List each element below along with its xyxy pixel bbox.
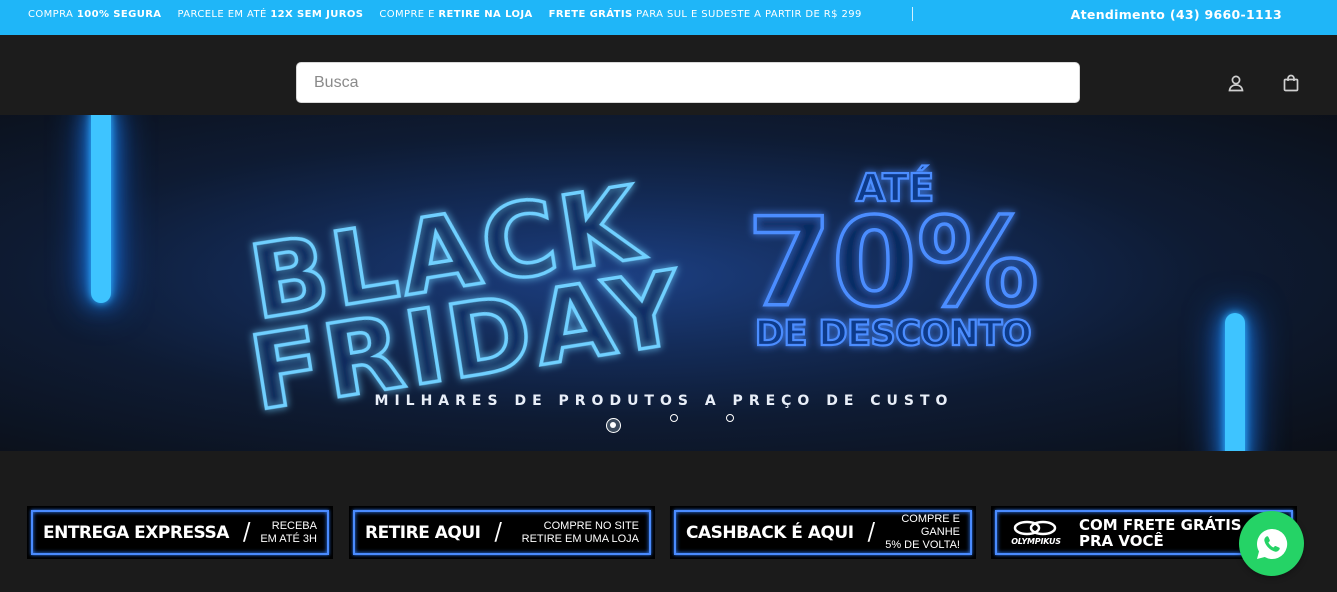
cashback-banner[interactable]: CASHBACK É AQUI / COMPRE E GANHE 5% DE VO… — [670, 506, 976, 559]
shopping-bag-icon[interactable] — [1281, 73, 1301, 93]
carousel-dot[interactable] — [726, 414, 734, 422]
slash-divider: / — [242, 518, 251, 547]
hero-tagline: MILHARES DE PRODUTOS A PREÇO DE CUSTO — [375, 393, 954, 409]
divider — [912, 7, 913, 21]
support-phone[interactable]: Atendimento (43) 9660-1113 — [1071, 0, 1282, 28]
banner-title: RETIRE AQUI — [365, 522, 481, 543]
offer-value-text: 70% — [747, 192, 1039, 334]
express-delivery-banner[interactable]: ENTREGA EXPRESSA / RECEBA EM ATÉ 3H — [27, 506, 333, 559]
whatsapp-chat-button[interactable] — [1239, 511, 1304, 576]
banner-title: CASHBACK É AQUI — [686, 522, 854, 543]
slash-divider: / — [867, 518, 875, 547]
banner-title: COM FRETE GRÁTIS PRA VOCÊ — [1079, 515, 1242, 550]
promo-item: COMPRA 100% SEGURA — [28, 8, 162, 20]
banner-subtitle: COMPRE E GANHE 5% DE VOLTA! — [885, 513, 960, 551]
top-announcement-bar: COMPRA 100% SEGURA PARCELE EM ATÉ 12X SE… — [0, 0, 1337, 35]
carousel-dot[interactable] — [670, 414, 678, 422]
banner-title: ENTREGA EXPRESSA — [43, 522, 229, 543]
olympikus-logo-icon — [1013, 520, 1057, 536]
store-pickup-banner[interactable]: RETIRE AQUI / COMPRE NO SITE RETIRE EM UM… — [349, 506, 655, 559]
offer-bottom-text: DE DESCONTO — [755, 314, 1031, 354]
promo-item: FRETE GRÁTIS PARA SUL E SUDESTE A PARTIR… — [548, 8, 862, 20]
whatsapp-icon — [1256, 528, 1287, 559]
olympikus-logo: OLYMPIKUS — [1007, 519, 1065, 546]
hero-carousel[interactable]: BLACK FRIDAY ATÉ 70% DE DESCONTO MILHARE… — [0, 115, 1337, 451]
carousel-dot-active[interactable] — [606, 418, 621, 433]
promo-list: COMPRA 100% SEGURA PARCELE EM ATÉ 12X SE… — [28, 0, 862, 28]
site-header — [0, 35, 1337, 115]
promo-item: PARCELE EM ATÉ 12X SEM JUROS — [177, 8, 364, 20]
hero-graphic: BLACK FRIDAY ATÉ 70% DE DESCONTO MILHARE… — [240, 162, 1040, 436]
search-input[interactable] — [296, 62, 1080, 103]
banner-subtitle: RECEBA EM ATÉ 3H — [260, 519, 317, 545]
promo-item: COMPRE E RETIRE NA LOJA — [379, 8, 533, 20]
slash-divider: / — [494, 518, 502, 547]
banner-subtitle: COMPRE NO SITE RETIRE EM UMA LOJA — [521, 519, 639, 545]
feature-banners: ENTREGA EXPRESSA / RECEBA EM ATÉ 3H RETIR… — [0, 451, 1337, 592]
user-icon[interactable] — [1226, 73, 1246, 93]
